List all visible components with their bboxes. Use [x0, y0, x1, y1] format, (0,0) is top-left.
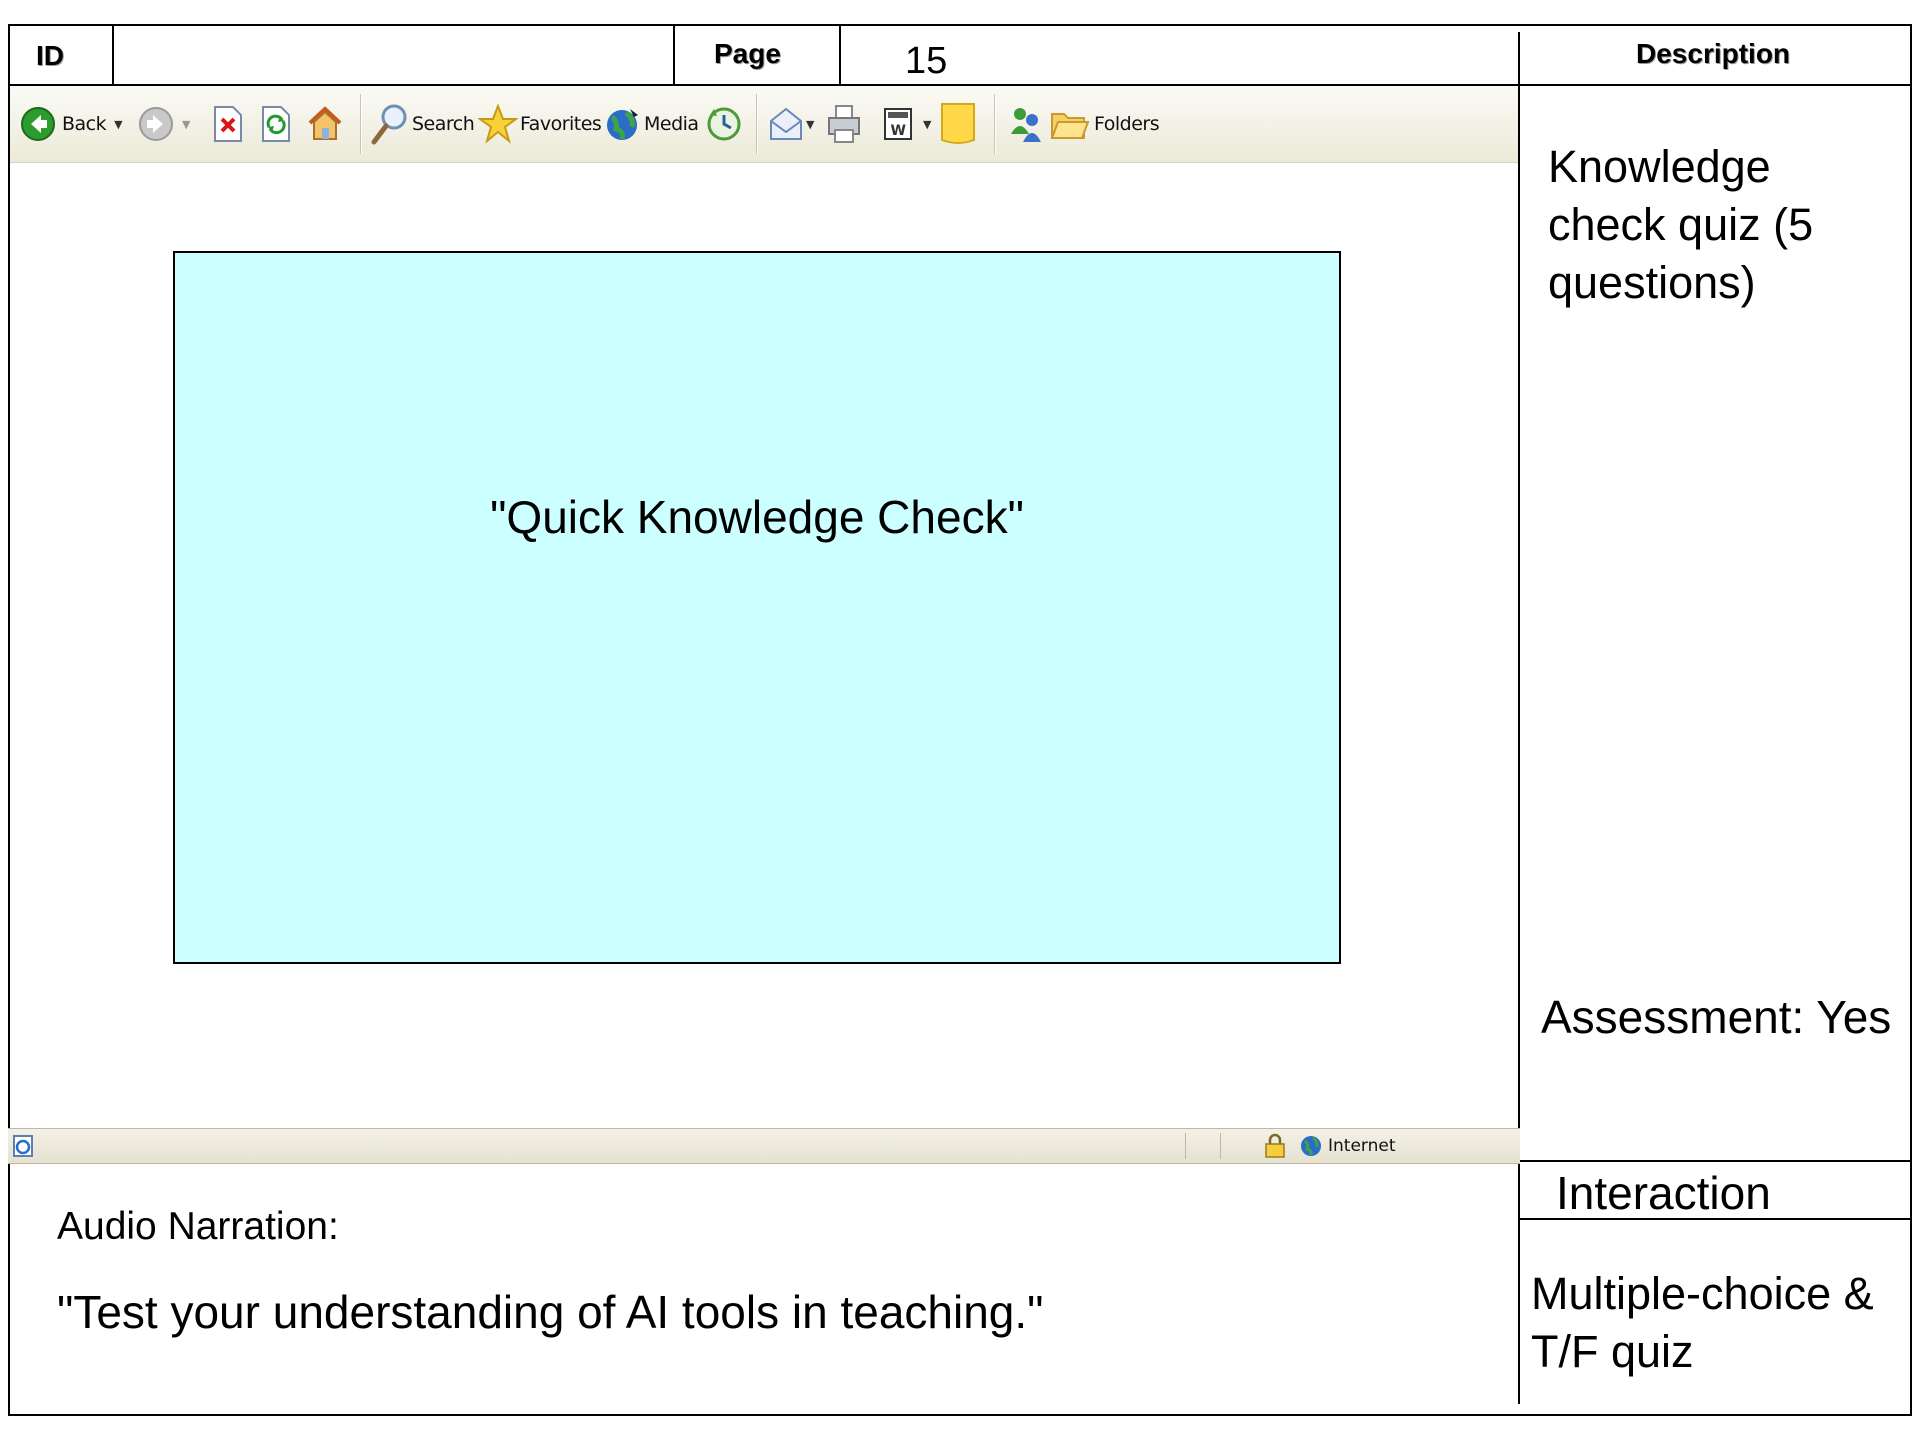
browser-toolbar: Back ▼ ▼ Search Favorites Media ▼ W ▼ Fo…	[10, 86, 1518, 163]
internet-zone-label: Internet	[1328, 1136, 1396, 1156]
print-icon	[828, 105, 860, 143]
discuss-button[interactable]	[940, 86, 976, 162]
mail-dropdown-icon[interactable]: ▼	[806, 118, 814, 131]
search-label: Search	[412, 113, 475, 135]
interaction-text: Multiple-choice & T/F quiz	[1531, 1268, 1874, 1377]
assessment-text: Assessment: Yes	[1541, 991, 1892, 1043]
description-label: Description	[1636, 38, 1791, 69]
edit-dropdown-icon[interactable]: ▼	[923, 118, 931, 131]
mail-button[interactable]: ▼	[768, 86, 814, 162]
screen-title: "Quick Knowledge Check"	[490, 491, 1024, 543]
folders-button[interactable]: Folders	[1050, 86, 1160, 162]
audio-narration-label: Audio Narration:	[57, 1205, 339, 1248]
page-number: 15	[905, 40, 948, 82]
toolbar-separator	[994, 94, 995, 154]
home-icon	[308, 106, 342, 140]
header-divider-page-value	[839, 24, 841, 86]
messenger-button[interactable]	[1006, 86, 1046, 162]
search-button[interactable]: Search	[370, 86, 475, 162]
audio-narration-text: "Test your understanding of AI tools in …	[57, 1286, 1044, 1338]
messenger-icon	[1011, 108, 1041, 142]
forward-arrow-icon	[139, 107, 173, 141]
browser-status-bar: Internet	[8, 1128, 1520, 1164]
search-icon	[371, 104, 407, 145]
toolbar-separator	[756, 94, 757, 154]
internet-globe-icon	[1301, 1136, 1321, 1156]
forward-button[interactable]: ▼	[138, 86, 190, 162]
media-globe-icon	[607, 109, 638, 140]
screen-content-box	[173, 251, 1341, 964]
favorites-button[interactable]: Favorites	[478, 86, 602, 162]
back-label: Back	[62, 113, 107, 135]
media-label: Media	[644, 113, 699, 135]
ie-page-icon	[13, 1135, 33, 1157]
back-dropdown-icon[interactable]: ▼	[114, 118, 122, 131]
home-button[interactable]	[306, 86, 344, 162]
history-icon	[707, 107, 741, 141]
column-divider	[1518, 32, 1520, 1404]
history-button[interactable]	[705, 86, 743, 162]
note-icon	[941, 103, 975, 144]
lock-icon	[1265, 1133, 1285, 1158]
svg-text:W: W	[891, 123, 906, 139]
header-divider-page	[673, 24, 675, 86]
forward-dropdown-icon[interactable]: ▼	[182, 118, 190, 131]
mail-icon	[770, 107, 802, 140]
header-divider-id	[112, 24, 114, 86]
word-edit-icon: W	[884, 108, 912, 140]
print-button[interactable]	[826, 86, 862, 162]
interaction-top-divider	[1518, 1160, 1912, 1162]
stop-icon	[214, 106, 242, 142]
edit-button[interactable]: W ▼	[883, 86, 931, 162]
interaction-label: Interaction	[1556, 1167, 1771, 1219]
back-arrow-icon	[21, 107, 55, 141]
description-text: Knowledge check quiz (5 questions)	[1548, 141, 1814, 308]
refresh-button[interactable]	[261, 86, 291, 162]
star-icon	[478, 104, 518, 144]
folder-icon	[1050, 113, 1090, 139]
back-button[interactable]: Back ▼	[20, 86, 123, 162]
id-label: ID	[36, 40, 64, 71]
stop-button[interactable]	[213, 86, 243, 162]
toolbar-separator	[360, 94, 361, 154]
status-divider	[1220, 1133, 1221, 1159]
status-divider	[1185, 1133, 1186, 1159]
media-button[interactable]: Media	[604, 86, 699, 162]
page-label: Page	[714, 38, 781, 69]
folders-label: Folders	[1094, 113, 1160, 135]
favorites-label: Favorites	[520, 113, 602, 135]
refresh-icon	[262, 106, 290, 142]
